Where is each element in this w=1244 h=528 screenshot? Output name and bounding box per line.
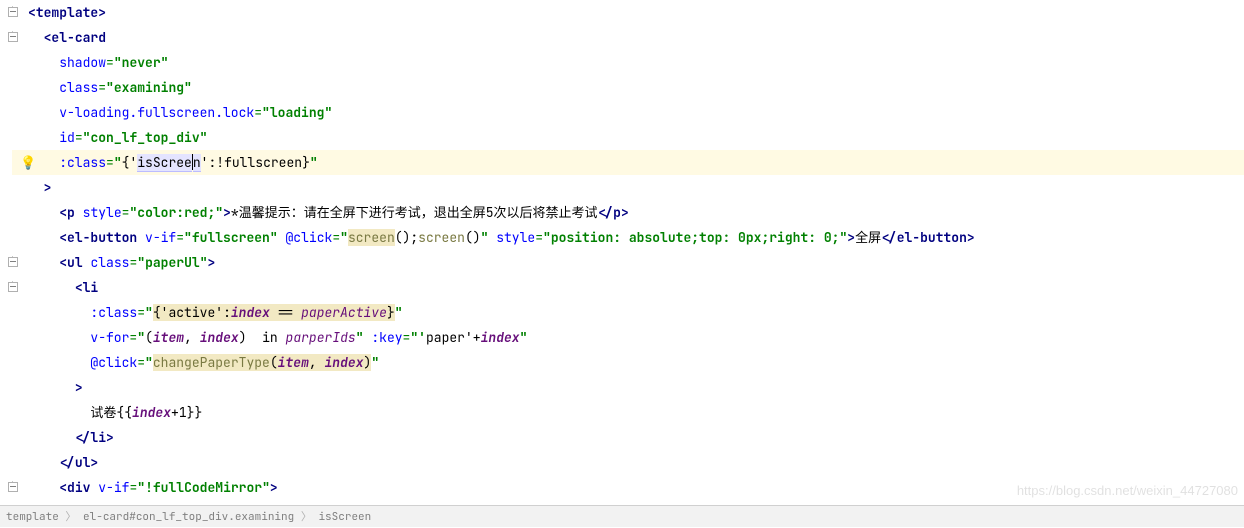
attr-name: shadow [59,54,106,71]
attr-value: " [114,154,122,171]
code-line[interactable]: <ul class="paperUl"> [12,250,1244,275]
breadcrumb-item[interactable]: el-card#con_lf_top_div.examining [83,510,294,524]
tag-name: p [67,204,75,221]
code-line[interactable]: > [12,375,1244,400]
attr-value: "con_lf_top_div" [83,129,208,146]
fn-call: screen [348,229,395,246]
attr-name: v-loading.fullscreen.lock [59,104,254,121]
equals: = [254,104,262,121]
code-line[interactable]: 试卷{{index+1}} [12,400,1244,425]
tag-open: < [28,4,36,21]
equals: = [106,154,114,171]
equals: = [75,129,83,146]
code-line[interactable]: > [12,175,1244,200]
expr: ':!fullscreen} [201,154,310,171]
code-line[interactable]: shadow="never" [12,50,1244,75]
attr-value: "never" [114,54,169,71]
attr-value: "loading" [262,104,332,121]
code-line[interactable]: v-loading.fullscreen.lock="loading" [12,100,1244,125]
expr: {' [122,154,138,171]
code-line[interactable]: </li> [12,425,1244,450]
text-content: *温馨提示：请在全屏下进行考试，退出全屏5次以后将禁止考试 [231,204,598,221]
breadcrumb-item[interactable]: template [6,510,59,524]
text-cursor [192,154,193,170]
code-line[interactable]: <li [12,275,1244,300]
code-line[interactable]: <p style="color:red;">*温馨提示：请在全屏下进行考试，退出… [12,200,1244,225]
text-content: 全屏 [855,229,881,246]
tag-close: > [44,179,52,196]
equals: = [98,79,106,96]
attr-name: id [59,129,75,146]
breadcrumb-item[interactable]: isScreen [318,510,371,524]
attr-value: "examining" [106,79,192,96]
code-line[interactable]: @click="changePaperType(item, index)" [12,350,1244,375]
chevron-right-icon: 〉 [301,510,312,524]
attr-name: :class [59,154,106,171]
breadcrumb-bar[interactable]: template 〉 el-card#con_lf_top_div.examin… [0,505,1244,527]
identifier-usage: isScree [137,154,192,172]
watermark: https://blog.csdn.net/weixin_44727080 [1017,478,1238,503]
tag-close: > [98,4,106,21]
equals: = [106,54,114,71]
code-line[interactable]: </ul> [12,450,1244,475]
code-line[interactable]: :class="{'active':index == paperActive}" [12,300,1244,325]
tag-name: template [36,4,98,21]
text-content: 试卷 [90,404,116,421]
tag-name: el-card [51,29,106,46]
attr-name: class [59,79,98,96]
chevron-right-icon: 〉 [65,510,76,524]
code-line[interactable]: <el-card [12,25,1244,50]
code-line[interactable]: class="examining" [12,75,1244,100]
code-line[interactable]: id="con_lf_top_div" [12,125,1244,150]
code-line[interactable]: <el-button v-if="fullscreen" @click="scr… [12,225,1244,250]
tag-open: < [59,204,67,221]
code-line[interactable]: <template> [12,0,1244,25]
identifier-usage: n [193,154,201,172]
code-line[interactable]: v-for="(item, index) in parperIds" :key=… [12,325,1244,350]
code-line-active[interactable]: 💡 :class="{'isScreen':!fullscreen}" [12,150,1244,175]
attr-name: style [83,204,122,221]
fn-call: changePaperType [153,354,270,371]
intention-bulb-icon[interactable]: 💡 [20,150,34,164]
attr-value: " [310,154,318,171]
code-editor[interactable]: <template> <el-card shadow="never" class… [0,0,1244,525]
